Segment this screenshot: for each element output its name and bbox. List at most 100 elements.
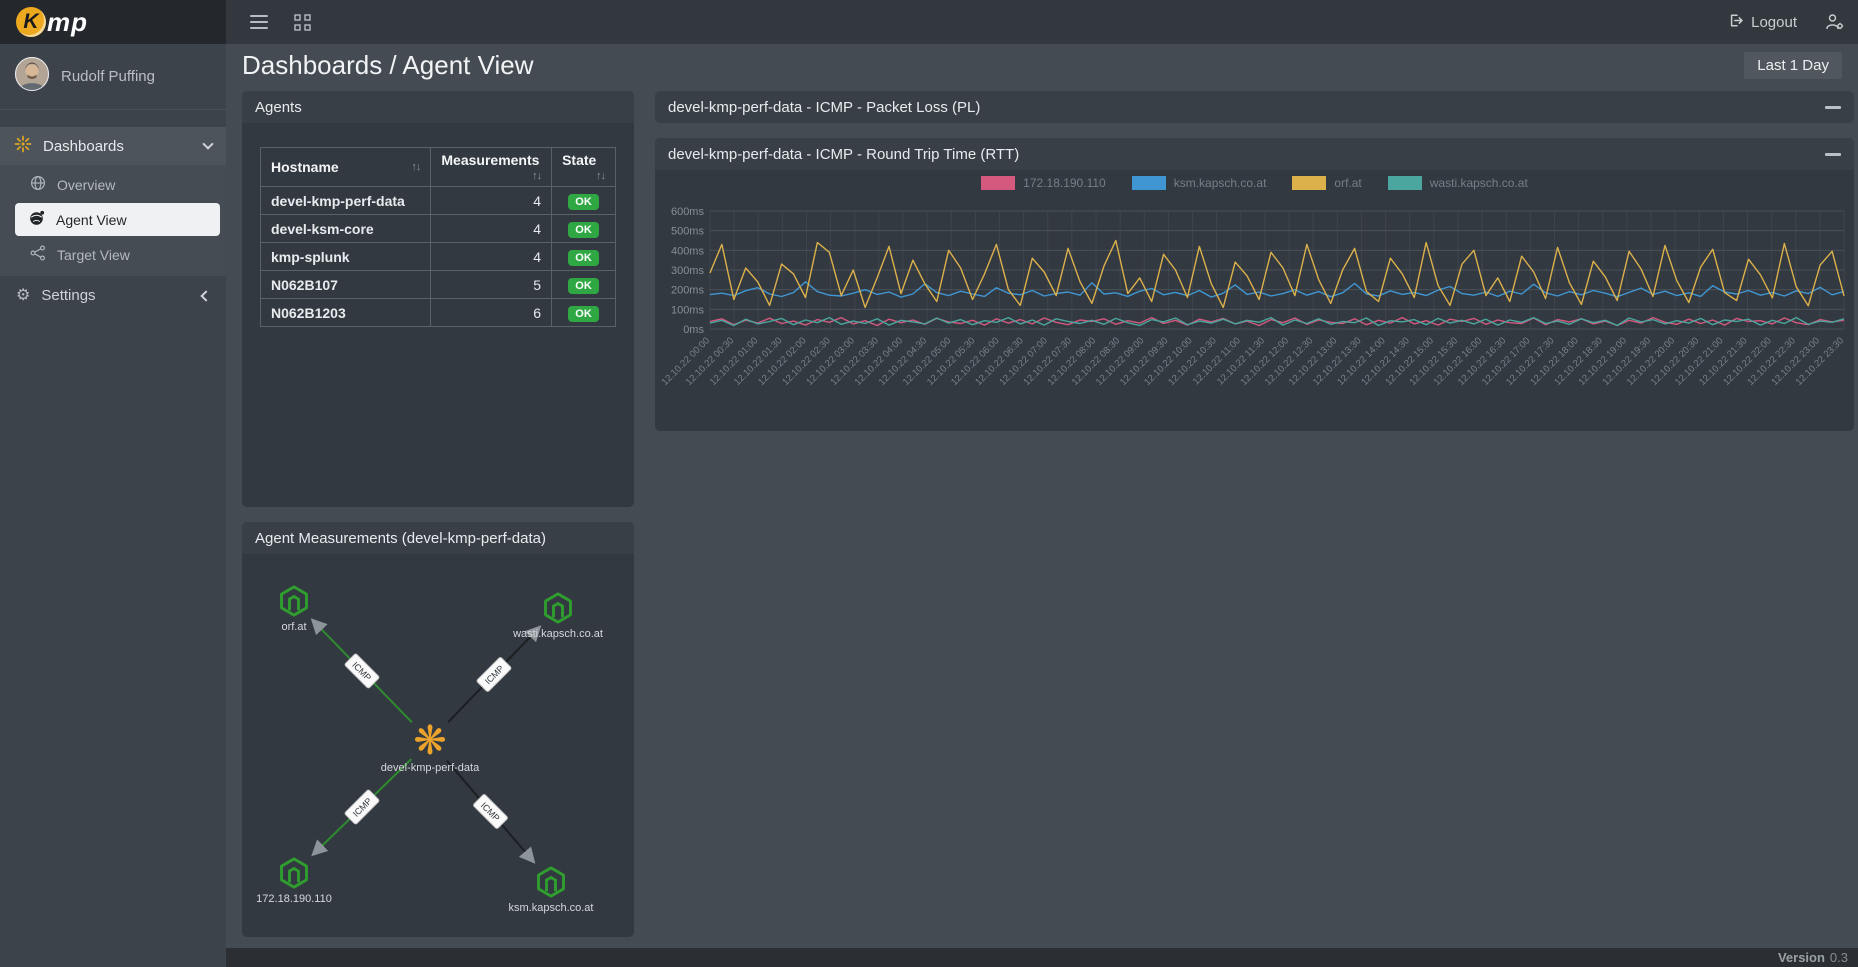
legend-label: 172.18.190.110 — [1023, 176, 1106, 190]
table-header-row: Hostname↑↓Measurements↑↓State↑↓ — [261, 148, 616, 187]
legend-item[interactable]: orf.at — [1292, 176, 1361, 190]
svg-text:300ms: 300ms — [671, 265, 704, 277]
time-range-badge[interactable]: Last 1 Day — [1744, 52, 1842, 79]
column-header-state[interactable]: State↑↓ — [552, 148, 616, 187]
edge-label: ICMP — [473, 794, 508, 829]
left-column: Agents Hostname↑↓Measurements↑↓State↑↓ d… — [242, 91, 634, 937]
node-label: 172.18.190.110 — [256, 893, 332, 905]
status-badge: OK — [568, 306, 599, 322]
packet-loss-panel: devel-kmp-perf-data - ICMP - Packet Loss… — [655, 91, 1854, 123]
logout-icon — [1727, 12, 1744, 33]
chevron-down-icon — [202, 138, 213, 149]
footer: Version 0.3 — [226, 948, 1858, 967]
sidebar-item-label: Settings — [41, 287, 95, 304]
legend-item[interactable]: ksm.kapsch.co.at — [1132, 176, 1267, 190]
cell-hostname: devel-ksm-core — [261, 215, 431, 243]
page-header: Dashboards / Agent View Last 1 Day — [226, 44, 1858, 87]
cell-state: OK — [552, 243, 616, 271]
status-badge: OK — [568, 222, 599, 238]
measurements-panel-title: Agent Measurements (devel-kmp-perf-data) — [255, 530, 546, 547]
target-node-icon — [546, 594, 571, 622]
legend-label: wasti.kapsch.co.at — [1430, 176, 1528, 190]
chevron-left-icon — [200, 290, 211, 301]
app-root: K mp Rudolf Puffing — [0, 0, 1858, 967]
version-label: Version — [1778, 950, 1825, 965]
sidebar-item-settings[interactable]: ⚙ Settings — [0, 276, 226, 315]
user-settings-icon[interactable] — [1825, 13, 1844, 31]
main-column: Logout Dashboards / Agent View Last 1 Da… — [226, 0, 1858, 967]
brand-logo: K mp — [0, 0, 226, 44]
cell-hostname: devel-kmp-perf-data — [261, 187, 431, 215]
legend-item[interactable]: wasti.kapsch.co.at — [1388, 176, 1528, 190]
page-title: Dashboards / Agent View — [242, 50, 533, 81]
logout-label: Logout — [1751, 14, 1797, 31]
table-row[interactable]: devel-kmp-perf-data 4 OK — [261, 187, 616, 215]
sidebar-item-label: Target View — [57, 247, 130, 263]
sidebar-item-overview[interactable]: Overview — [0, 168, 226, 201]
center-node-label: devel-kmp-perf-data — [381, 762, 480, 774]
avatar — [15, 57, 49, 96]
node-label: orf.at — [281, 621, 306, 633]
packet-loss-panel-header: devel-kmp-perf-data - ICMP - Packet Loss… — [655, 91, 1854, 123]
table-row[interactable]: kmp-splunk 4 OK — [261, 243, 616, 271]
brand-text: mp — [47, 7, 88, 38]
agent-globe-icon — [29, 210, 45, 229]
cell-state: OK — [552, 215, 616, 243]
sidebar-item-target-view[interactable]: Target View — [0, 238, 226, 271]
column-header-measurements[interactable]: Measurements↑↓ — [431, 148, 552, 187]
legend-item[interactable]: 172.18.190.110 — [981, 176, 1106, 190]
user-block: Rudolf Puffing — [0, 44, 226, 110]
brand-k-icon: K — [16, 7, 46, 37]
cell-measurements: 4 — [431, 215, 552, 243]
agents-panel: Agents Hostname↑↓Measurements↑↓State↑↓ d… — [242, 91, 634, 507]
agent-node-icon: ❋ — [413, 719, 447, 763]
gear-icon: ⚙ — [16, 288, 30, 304]
hamburger-menu-icon[interactable] — [250, 15, 268, 29]
svg-text:0ms: 0ms — [683, 324, 704, 336]
topbar: Logout — [226, 0, 1858, 44]
node-label: ksm.kapsch.co.at — [509, 902, 594, 914]
graph-svg: ICMP ICMP ICMP ICMP orf.at wasti.kapsch.… — [242, 554, 634, 937]
sidebar-item-agent-view[interactable]: Agent View — [15, 203, 220, 236]
sidebar: K mp Rudolf Puffing — [0, 0, 226, 967]
table-row[interactable]: N062B107 5 OK — [261, 271, 616, 299]
rtt-line-chart: 12.10.22 00:0012.10.22 00:3012.10.22 01:… — [655, 195, 1854, 431]
dashboards-submenu: Overview Agent View — [0, 165, 226, 276]
cell-measurements: 5 — [431, 271, 552, 299]
legend-swatch — [1388, 176, 1422, 190]
chart-legend: 172.18.190.110 ksm.kapsch.co.at orf.at w… — [655, 170, 1854, 195]
cell-hostname: N062B1203 — [261, 299, 431, 327]
globe-icon — [30, 175, 46, 194]
sort-icon[interactable]: ↑↓ — [596, 170, 605, 182]
right-column: devel-kmp-perf-data - ICMP - Packet Loss… — [655, 91, 1854, 431]
sort-icon[interactable]: ↑↓ — [532, 170, 541, 182]
version-value: 0.3 — [1830, 950, 1848, 965]
cell-state: OK — [552, 271, 616, 299]
node-label: wasti.kapsch.co.at — [512, 628, 603, 640]
legend-swatch — [1132, 176, 1166, 190]
measurements-network-graph[interactable]: ICMP ICMP ICMP ICMP orf.at wasti.kapsch.… — [242, 554, 634, 937]
collapse-icon[interactable] — [1825, 106, 1841, 109]
agents-panel-title: Agents — [255, 99, 302, 116]
legend-label: ksm.kapsch.co.at — [1174, 176, 1267, 190]
sidebar-item-dashboards[interactable]: Dashboards — [0, 127, 226, 165]
collapse-icon[interactable] — [1825, 153, 1841, 156]
agents-panel-header: Agents — [242, 91, 634, 123]
svg-text:500ms: 500ms — [671, 226, 704, 238]
chart-svg: 12.10.22 00:0012.10.22 00:3012.10.22 01:… — [655, 195, 1854, 426]
legend-swatch — [1292, 176, 1326, 190]
cell-state: OK — [552, 187, 616, 215]
expand-panels-icon[interactable] — [294, 14, 311, 31]
table-row[interactable]: devel-ksm-core 4 OK — [261, 215, 616, 243]
content: Agents Hostname↑↓Measurements↑↓State↑↓ d… — [226, 87, 1858, 948]
rtt-panel-title: devel-kmp-perf-data - ICMP - Round Trip … — [668, 146, 1019, 163]
target-node-icon — [282, 859, 307, 887]
target-node-icon — [539, 868, 564, 896]
sort-icon[interactable]: ↑↓ — [411, 161, 420, 173]
cell-hostname: N062B107 — [261, 271, 431, 299]
logout-button[interactable]: Logout — [1727, 12, 1797, 33]
column-header-hostname[interactable]: Hostname↑↓ — [261, 148, 431, 187]
table-row[interactable]: N062B1203 6 OK — [261, 299, 616, 327]
cell-measurements: 6 — [431, 299, 552, 327]
svg-text:400ms: 400ms — [671, 245, 704, 257]
